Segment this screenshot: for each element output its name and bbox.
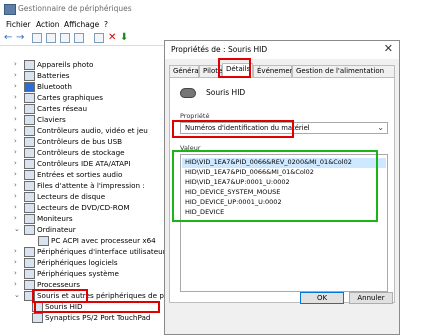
dvd-icon (24, 203, 35, 213)
expand-icon[interactable]: › (14, 169, 22, 180)
install-icon[interactable]: ⬇ (120, 33, 130, 43)
expand-icon[interactable]: › (14, 202, 22, 213)
menu-fichier[interactable]: Fichier (6, 20, 31, 29)
tab-general[interactable]: Général (169, 65, 201, 77)
scan-icon[interactable] (60, 33, 70, 43)
speaker-icon (24, 170, 35, 180)
expand-icon[interactable]: › (14, 191, 22, 202)
collapse-icon[interactable]: ⌄ (14, 290, 22, 301)
cancel-button[interactable]: Annuler (349, 292, 393, 304)
menu-action[interactable]: Action (36, 20, 60, 29)
software-device-icon (24, 258, 35, 268)
menu-bar: Fichier Action Affichage ? (0, 18, 440, 30)
collapse-icon[interactable]: ⌄ (14, 224, 22, 235)
highlight-synaptics (34, 301, 160, 313)
highlight-values (172, 150, 378, 222)
expand-icon[interactable]: › (14, 81, 22, 92)
expand-icon[interactable]: › (14, 257, 22, 268)
remove-icon[interactable]: ✕ (108, 33, 118, 43)
expand-icon[interactable]: › (14, 158, 22, 169)
expand-icon[interactable]: › (14, 125, 22, 136)
expand-icon[interactable]: › (14, 136, 22, 147)
hid-icon (24, 247, 35, 257)
expand-icon[interactable]: › (14, 59, 22, 70)
disk-icon (24, 192, 35, 202)
monitor-icon (24, 214, 35, 224)
window-title: Gestionnaire de périphériques (18, 4, 132, 13)
expand-icon[interactable]: › (14, 180, 22, 191)
mouse-icon (32, 313, 43, 323)
computer-icon (38, 236, 49, 246)
help-icon[interactable] (46, 33, 56, 43)
tab-gestion-alimentation[interactable]: Gestion de l'alimentation (292, 65, 395, 77)
expand-icon[interactable]: › (14, 147, 22, 158)
usb-icon (24, 137, 35, 147)
title-bar: Gestionnaire de périphériques (0, 0, 440, 19)
expand-icon[interactable]: › (14, 103, 22, 114)
expand-icon[interactable]: › (14, 279, 22, 290)
properties-icon[interactable] (32, 33, 42, 43)
ide-icon (24, 159, 35, 169)
dialog-title-bar: Propriétés de : Souris HID ✕ (165, 41, 399, 59)
highlight-property-dropdown (172, 120, 294, 138)
expand-icon[interactable]: › (14, 246, 22, 257)
printer-icon (24, 181, 35, 191)
forward-arrow-icon[interactable]: → (16, 33, 26, 43)
tab-strip: Général Pilote Détails Événements Gestio… (169, 63, 395, 77)
menu-help[interactable]: ? (104, 20, 108, 29)
highlight-details-tab (218, 58, 251, 78)
expand-icon[interactable]: › (14, 114, 22, 125)
display-adapter-icon (24, 93, 35, 103)
expand-icon[interactable]: › (14, 92, 22, 103)
update-driver-icon[interactable] (94, 33, 104, 43)
device-manager-icon (4, 4, 16, 15)
battery-icon (24, 71, 35, 81)
chevron-down-icon[interactable]: ⌄ (377, 123, 384, 132)
close-icon[interactable]: ✕ (384, 43, 393, 55)
property-label: Propriété (180, 112, 210, 120)
system-icon (24, 269, 35, 279)
dialog-title: Propriétés de : Souris HID (171, 45, 268, 54)
storage-icon (24, 148, 35, 158)
audio-icon (24, 126, 35, 136)
keyboard-icon (24, 115, 35, 125)
device-name: Souris HID (206, 88, 246, 97)
expand-icon[interactable]: › (14, 213, 22, 224)
menu-affichage[interactable]: Affichage (64, 20, 99, 29)
camera-icon (24, 60, 35, 70)
back-arrow-icon[interactable]: ← (4, 33, 14, 43)
ok-button[interactable]: OK (300, 292, 344, 304)
expand-icon[interactable]: › (14, 268, 22, 279)
expand-icon[interactable]: › (14, 70, 22, 81)
mouse-icon (180, 88, 196, 98)
monitor-icon[interactable] (74, 33, 84, 43)
tab-evenements[interactable]: Événements (253, 65, 301, 77)
computer-icon (24, 225, 35, 235)
network-icon (24, 104, 35, 114)
bluetooth-icon (24, 82, 35, 92)
toolbar: ← → ✕ ⬇ (0, 31, 165, 46)
